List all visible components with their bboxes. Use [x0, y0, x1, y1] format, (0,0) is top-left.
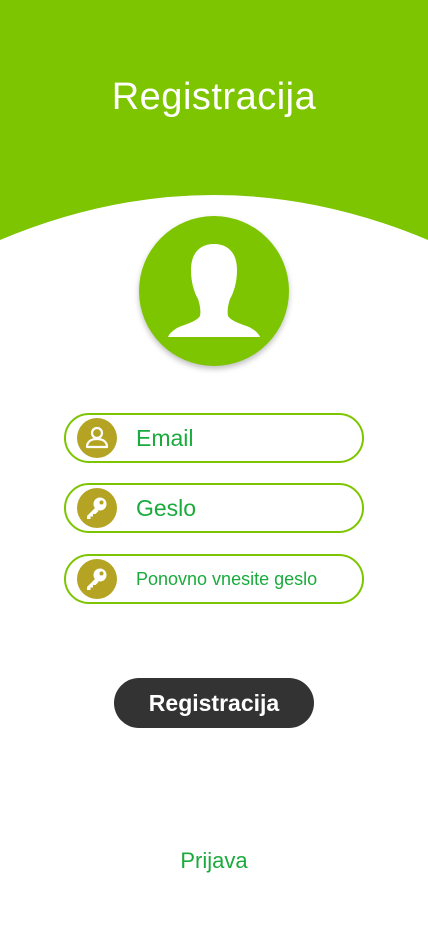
- password-field[interactable]: [64, 483, 364, 533]
- password-input[interactable]: [136, 485, 354, 531]
- register-button[interactable]: Registracija: [114, 678, 314, 728]
- key-icon: [77, 488, 117, 528]
- avatar: [139, 216, 289, 366]
- user-icon: [77, 418, 117, 458]
- login-link[interactable]: Prijava: [0, 848, 428, 874]
- password-repeat-field[interactable]: [64, 554, 364, 604]
- user-silhouette-icon: [168, 244, 260, 337]
- key-icon: [77, 559, 117, 599]
- page-title: Registracija: [111, 76, 317, 118]
- email-field[interactable]: [64, 413, 364, 463]
- email-input[interactable]: [136, 415, 354, 461]
- password-repeat-input[interactable]: [136, 556, 354, 602]
